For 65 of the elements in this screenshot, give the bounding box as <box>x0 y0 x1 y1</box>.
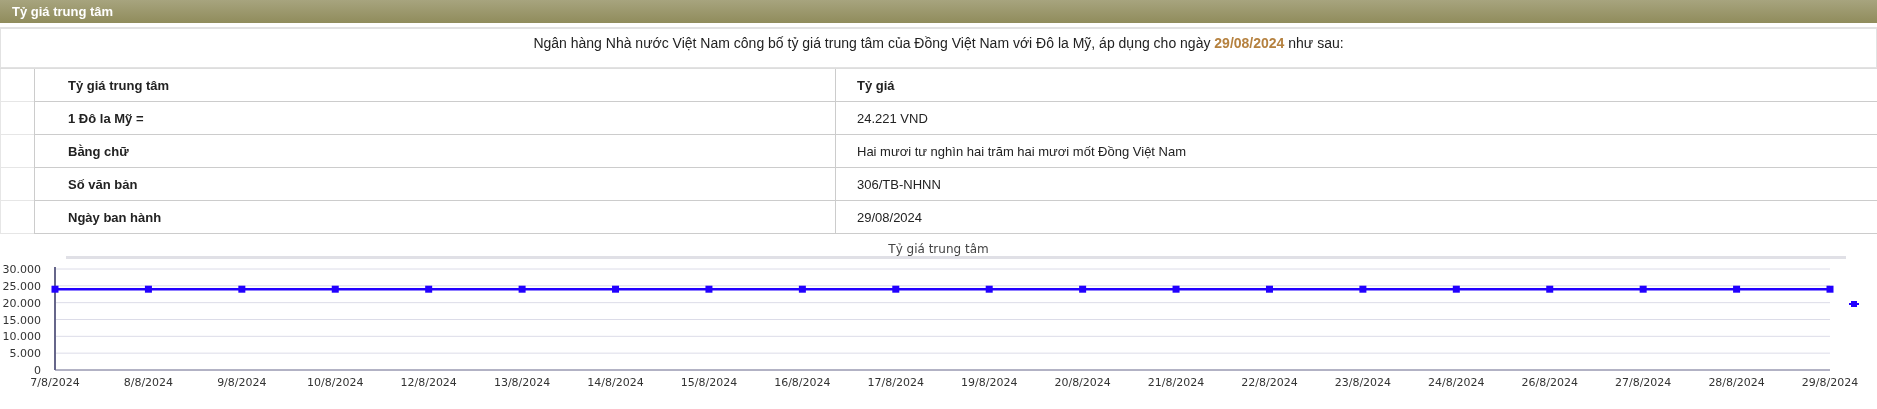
data-point <box>51 285 59 293</box>
y-tick-label: 25.000 <box>2 279 41 293</box>
section-title: Tỷ giá trung tâm <box>12 4 114 19</box>
y-tick-label: 5.000 <box>9 347 41 361</box>
data-point <box>425 285 433 293</box>
data-point <box>144 285 152 293</box>
column-header: Tỷ giá <box>835 69 1877 102</box>
data-point <box>1079 285 1087 293</box>
data-point <box>1639 285 1647 293</box>
data-point <box>1733 285 1741 293</box>
x-tick-label: 15/8/2024 <box>680 376 738 389</box>
x-tick-label: 22/8/2024 <box>1241 376 1298 389</box>
table-cell: Số văn bản <box>34 168 835 201</box>
table-cell: 306/TB-NHNN <box>835 168 1877 201</box>
data-point <box>1452 285 1460 293</box>
y-tick-label: 30.000 <box>2 263 41 276</box>
data-point <box>985 285 993 293</box>
empty-cell <box>0 168 34 201</box>
x-tick-label: 14/8/2024 <box>587 376 644 389</box>
x-tick-label: 23/8/2024 <box>1334 376 1392 389</box>
x-tick-label: 19/8/2024 <box>961 376 1018 389</box>
empty-cell <box>0 201 34 234</box>
data-point <box>1172 285 1180 293</box>
y-tick-label: 15.000 <box>2 313 41 327</box>
x-tick-label: 12/8/2024 <box>400 376 457 389</box>
column-header: Tỷ giá trung tâm <box>34 69 835 102</box>
y-tick-label: 0 <box>34 364 41 377</box>
chart-title: Tỷ giá trung tâm <box>888 242 989 256</box>
data-point <box>892 285 900 293</box>
x-tick-label: 29/8/2024 <box>1801 376 1859 389</box>
table-cell: 24.221 VND <box>835 102 1877 135</box>
data-point <box>1826 285 1834 293</box>
x-tick-label: 26/8/2024 <box>1521 376 1578 389</box>
data-point <box>798 285 806 293</box>
data-point <box>1265 285 1273 293</box>
x-tick-label: 17/8/2024 <box>867 376 924 389</box>
table-cell: 29/08/2024 <box>835 201 1877 234</box>
y-tick-label: 20.000 <box>2 296 41 310</box>
intro-text: Ngân hàng Nhà nước Việt Nam công bố tỷ giá trung tâm của Đồng Việt Nam với Đô la Mỹ, áp dụng cho ngày 29/08/2024 như sau: <box>533 35 1344 53</box>
x-tick-label: 24/8/2024 <box>1428 376 1485 389</box>
table-cell: Hai mươi tư nghìn hai trăm hai mươi mốt Đồng Việt Nam <box>835 135 1877 168</box>
x-tick-label: 28/8/2024 <box>1708 376 1765 389</box>
x-tick-label: 13/8/2024 <box>493 376 551 389</box>
x-tick-label: 27/8/2024 <box>1614 376 1672 389</box>
x-tick-label: 16/8/2024 <box>774 376 831 389</box>
table-cell: 1 Đô la Mỹ = <box>34 102 835 135</box>
empty-cell <box>0 135 34 168</box>
data-point <box>238 285 246 293</box>
x-tick-label: 8/8/2024 <box>123 376 174 389</box>
data-point <box>331 285 339 293</box>
data-point <box>705 285 713 293</box>
legend-marker <box>1848 301 1860 307</box>
data-point <box>1359 285 1367 293</box>
y-tick-label: 10.000 <box>2 330 41 344</box>
empty-cell <box>0 102 34 135</box>
table-cell: Ngày ban hành <box>34 201 835 234</box>
x-tick-label: 7/8/2024 <box>30 376 80 389</box>
data-point <box>1546 285 1554 293</box>
x-tick-label: 21/8/2024 <box>1147 376 1205 389</box>
x-tick-label: 20/8/2024 <box>1054 376 1111 389</box>
data-point <box>612 285 620 293</box>
x-tick-label: 9/8/2024 <box>217 376 267 389</box>
data-point <box>518 285 526 293</box>
x-tick-label: 10/8/2024 <box>307 376 364 389</box>
table-cell: Bằng chữ <box>34 135 835 168</box>
